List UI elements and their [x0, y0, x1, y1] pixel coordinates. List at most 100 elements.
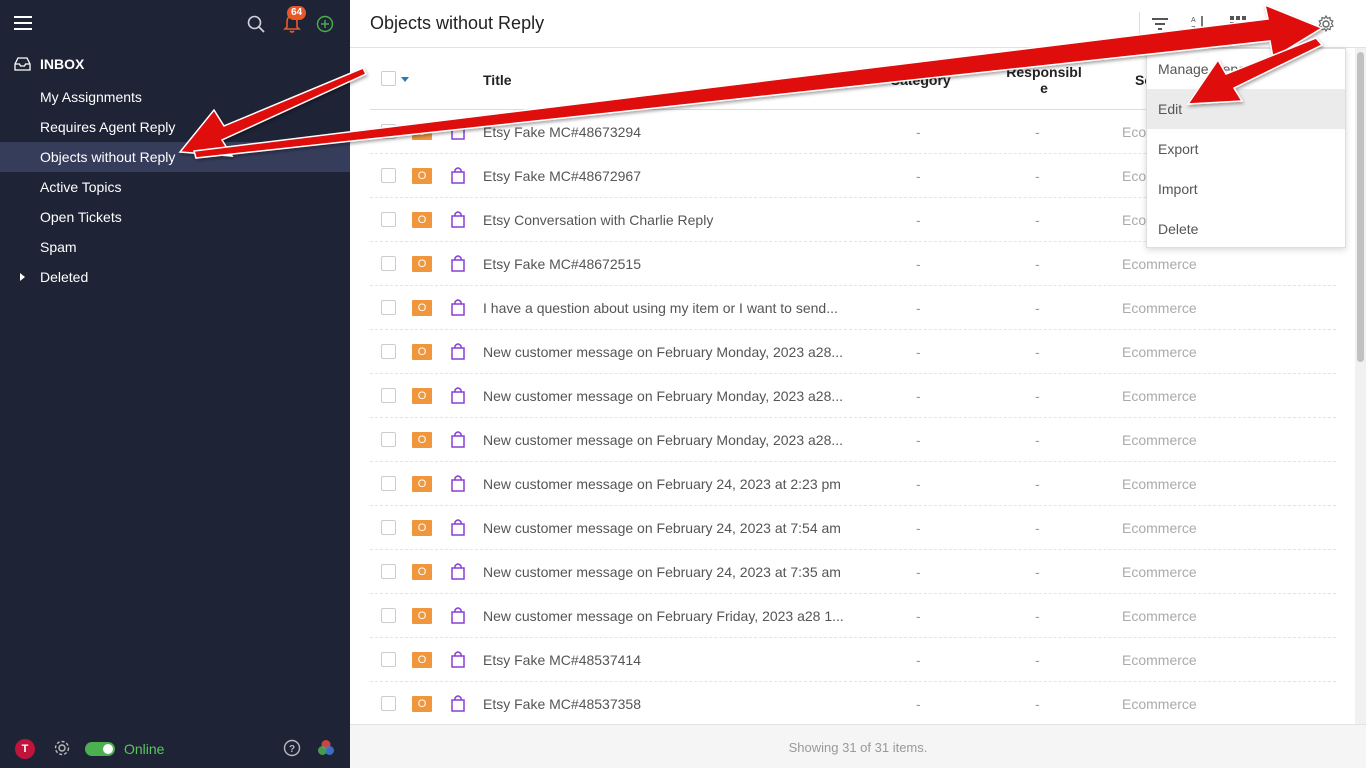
columns-icon[interactable] — [1267, 14, 1287, 34]
sort-az-icon[interactable]: AZ — [1188, 14, 1208, 34]
row-responsible: - — [1035, 388, 1040, 404]
row-title[interactable]: New customer message on February Monday,… — [483, 388, 843, 404]
shopping-bag-icon — [451, 255, 465, 272]
row-checkbox[interactable] — [381, 124, 396, 139]
row-title[interactable]: Etsy Fake MC#48537358 — [483, 696, 641, 712]
shopping-bag-icon — [451, 695, 465, 712]
settings-gear-icon[interactable] — [53, 739, 71, 757]
page-title: Objects without Reply — [370, 13, 545, 33]
menu-item-delete[interactable]: Delete — [1147, 209, 1345, 249]
row-checkbox[interactable] — [381, 212, 396, 227]
row-checkbox[interactable] — [381, 388, 396, 403]
row-title[interactable]: New customer message on February 24, 202… — [483, 564, 841, 580]
svg-text:Z: Z — [1191, 26, 1196, 33]
row-checkbox[interactable] — [381, 432, 396, 447]
help-icon[interactable]: ? — [283, 739, 301, 757]
row-category: - — [916, 212, 921, 228]
row-title[interactable]: New customer message on February 24, 202… — [483, 520, 841, 536]
select-all-checkbox[interactable] — [381, 71, 396, 86]
filter-icon[interactable] — [1150, 14, 1170, 34]
row-checkbox[interactable] — [381, 344, 396, 359]
inbox-label: INBOX — [40, 56, 85, 72]
row-responsible: - — [1035, 696, 1040, 712]
sidebar-item-objects-without-reply[interactable]: Objects without Reply — [0, 142, 350, 172]
row-title[interactable]: New customer message on February Monday,… — [483, 432, 843, 448]
table-row[interactable]: O I have a question about using my item o… — [370, 286, 1336, 330]
grid-view-icon[interactable] — [1228, 14, 1248, 34]
inbox-icon — [14, 57, 31, 71]
row-source: Ecommerce — [1122, 476, 1197, 492]
menu-item-edit[interactable]: Edit — [1147, 89, 1345, 129]
row-checkbox[interactable] — [381, 608, 396, 623]
sidebar-item-open-tickets[interactable]: Open Tickets — [0, 202, 350, 232]
row-checkbox[interactable] — [381, 476, 396, 491]
row-source: Ecommerce — [1122, 300, 1197, 316]
row-title[interactable]: Etsy Fake MC#48672967 — [483, 168, 641, 184]
table-row[interactable]: O New customer message on February Monday… — [370, 418, 1336, 462]
column-header-title[interactable]: Title — [483, 72, 512, 88]
table-row[interactable]: O New customer message on February 24, 20… — [370, 506, 1336, 550]
row-title[interactable]: New customer message on February Friday,… — [483, 608, 844, 624]
menu-item-manage-report[interactable]: Manage Report — [1147, 49, 1345, 89]
row-title[interactable]: Etsy Fake MC#48673294 — [483, 124, 641, 140]
row-title[interactable]: Etsy Fake MC#48537414 — [483, 652, 641, 668]
row-category: - — [916, 564, 921, 580]
avatar[interactable]: T — [15, 739, 35, 759]
expand-caret-icon[interactable] — [20, 273, 25, 281]
type-tag: O — [412, 432, 432, 448]
add-icon[interactable] — [316, 15, 334, 33]
column-header-category[interactable]: Category — [890, 72, 951, 88]
row-title[interactable]: New customer message on February 24, 202… — [483, 476, 841, 492]
type-tag: O — [412, 256, 432, 272]
table-row[interactable]: O New customer message on February Monday… — [370, 374, 1336, 418]
row-category: - — [916, 256, 921, 272]
menu-item-export[interactable]: Export — [1147, 129, 1345, 169]
sidebar-item-deleted[interactable]: Deleted — [0, 262, 350, 292]
sidebar-item-requires-agent-reply[interactable]: Requires Agent Reply — [0, 112, 350, 142]
row-responsible: - — [1035, 300, 1040, 316]
row-title[interactable]: I have a question about using my item or… — [483, 300, 838, 316]
sidebar: 64 INBOX My Assignments Requires Agent R… — [0, 0, 350, 768]
search-icon[interactable] — [247, 15, 265, 33]
apps-icon[interactable] — [317, 739, 335, 757]
row-responsible: - — [1035, 564, 1040, 580]
top-bar: Objects without Reply AZ — [350, 0, 1366, 48]
table-row[interactable]: O New customer message on February 24, 20… — [370, 550, 1336, 594]
sidebar-item-my-assignments[interactable]: My Assignments — [0, 82, 350, 112]
type-tag: O — [412, 124, 432, 140]
row-checkbox[interactable] — [381, 696, 396, 711]
table-row[interactable]: O New customer message on February 24, 20… — [370, 462, 1336, 506]
sidebar-item-active-topics[interactable]: Active Topics — [0, 172, 350, 202]
column-header-responsible[interactable]: Responsibl e — [1004, 64, 1084, 96]
row-checkbox[interactable] — [381, 652, 396, 667]
sidebar-item-spam[interactable]: Spam — [0, 232, 350, 262]
table-row[interactable]: O New customer message on February Monday… — [370, 330, 1336, 374]
row-source: Ecommerce — [1122, 520, 1197, 536]
scrollbar-thumb[interactable] — [1357, 52, 1364, 362]
scrollbar[interactable] — [1355, 48, 1366, 724]
row-checkbox[interactable] — [381, 564, 396, 579]
row-title[interactable]: New customer message on February Monday,… — [483, 344, 843, 360]
row-checkbox[interactable] — [381, 300, 396, 315]
row-title[interactable]: Etsy Fake MC#48672515 — [483, 256, 641, 272]
row-checkbox[interactable] — [381, 520, 396, 535]
settings-gear-icon[interactable] — [1316, 14, 1336, 34]
table-row[interactable]: O Etsy Fake MC#48537414 - - Ecommerce — [370, 638, 1336, 682]
row-title[interactable]: Etsy Conversation with Charlie Reply — [483, 212, 713, 228]
row-checkbox[interactable] — [381, 168, 396, 183]
inbox-header[interactable]: INBOX — [14, 56, 84, 72]
row-checkbox[interactable] — [381, 256, 396, 271]
row-category: - — [916, 124, 921, 140]
menu-icon[interactable] — [14, 16, 32, 30]
sidebar-item-label: Requires Agent Reply — [40, 119, 176, 135]
pagination-summary: Showing 31 of 31 items. — [788, 740, 928, 755]
sidebar-toolbar: 64 — [0, 0, 350, 48]
row-category: - — [916, 696, 921, 712]
table-row[interactable]: O Etsy Fake MC#48537358 - - Ecommerce — [370, 682, 1336, 726]
shopping-bag-icon — [451, 607, 465, 624]
select-dropdown-caret-icon[interactable] — [401, 77, 409, 82]
online-toggle[interactable] — [85, 742, 115, 756]
menu-item-import[interactable]: Import — [1147, 169, 1345, 209]
row-source: Ecommerce — [1122, 652, 1197, 668]
table-row[interactable]: O New customer message on February Friday… — [370, 594, 1336, 638]
